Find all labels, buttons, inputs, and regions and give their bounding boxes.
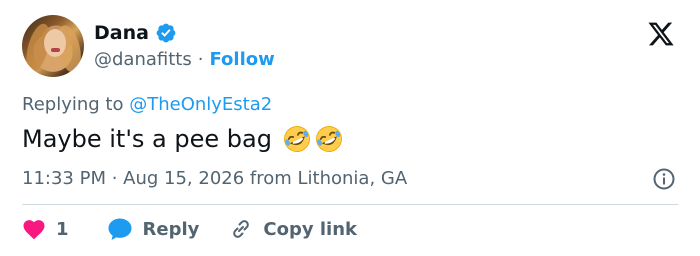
rolling-on-floor-laughing-emoji-icon	[284, 126, 310, 152]
reply-label: Reply	[142, 218, 200, 240]
avatar-face	[44, 29, 66, 57]
author-handle[interactable]: @danafitts	[94, 49, 192, 70]
like-button[interactable]: 1	[22, 218, 69, 240]
avatar[interactable]	[22, 15, 84, 77]
avatar-lips	[51, 48, 60, 52]
like-count: 1	[56, 218, 69, 240]
separator-dot: ·	[197, 49, 204, 70]
copy-link-label: Copy link	[263, 218, 357, 240]
link-icon	[233, 220, 250, 238]
copy-link-button[interactable]: Copy link	[229, 217, 357, 241]
heart-icon	[23, 220, 45, 240]
x-logo-icon[interactable]	[646, 20, 676, 48]
info-icon[interactable]	[652, 167, 676, 191]
tweet-card: Dana @danafitts · Follow Replying to @Th…	[0, 0, 700, 256]
tweet-body: Maybe it's a pee bag	[22, 125, 272, 153]
tweet-timestamp[interactable]: 11:33 PM · Aug 15, 2026 from Lithonia, G…	[22, 168, 407, 189]
reply-bubble-icon	[108, 218, 132, 240]
divider	[22, 204, 678, 205]
replying-to-mention[interactable]: @TheOnlyEsta2	[129, 94, 272, 115]
author-handle-row: @danafitts · Follow	[94, 49, 275, 70]
verified-badge-icon	[156, 23, 176, 43]
follow-button[interactable]: Follow	[209, 49, 274, 70]
reply-button[interactable]: Reply	[107, 217, 200, 241]
author-name[interactable]: Dana	[94, 22, 149, 44]
emoji-group	[282, 124, 344, 154]
tweet-text: Maybe it's a pee bag	[22, 124, 344, 154]
author-name-row: Dana	[94, 22, 177, 44]
replying-to-line: Replying to @TheOnlyEsta2	[22, 94, 272, 115]
action-bar: 1 Reply Copy link	[22, 217, 357, 241]
replying-prefix: Replying to	[22, 94, 124, 115]
rolling-on-floor-laughing-emoji-icon	[316, 126, 342, 152]
